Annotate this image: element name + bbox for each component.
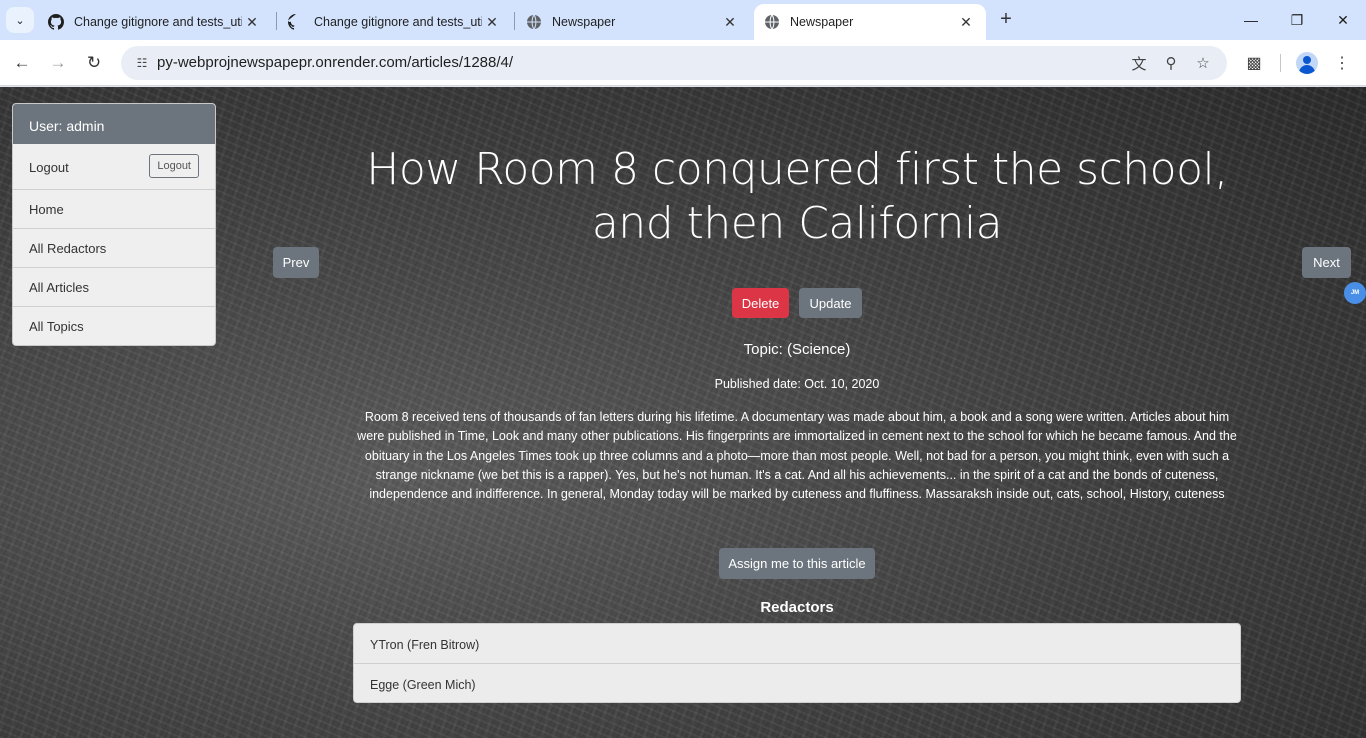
- profile-avatar-icon[interactable]: [1296, 52, 1318, 74]
- redactors-heading: Redactors: [760, 599, 834, 616]
- published-date: Published date: Oct. 10, 2020: [714, 377, 880, 391]
- restore-icon: ❐: [1290, 11, 1304, 28]
- tab-separator: [514, 12, 515, 30]
- close-icon[interactable]: ✕: [482, 14, 502, 31]
- sidebar-item-home[interactable]: Home: [13, 189, 215, 228]
- restore-button[interactable]: ❐: [1274, 0, 1320, 40]
- tab-2[interactable]: Change gitignore and tests_util ✕: [278, 4, 512, 40]
- delete-button[interactable]: Delete: [732, 288, 789, 318]
- article-content: Room 8 received tens of thousands of fan…: [357, 410, 1237, 502]
- assign-button[interactable]: Assign me to this article: [719, 548, 875, 579]
- tab-title: Change gitignore and tests_util: [314, 15, 482, 29]
- article-topic: Topic: (Science): [743, 341, 851, 358]
- close-window-button[interactable]: ✕: [1320, 0, 1366, 40]
- github-icon: [288, 14, 296, 30]
- url-text[interactable]: py-webprojnewspapepr.onrender.com/articl…: [157, 54, 513, 71]
- sidebar-item-redactors[interactable]: All Redactors: [13, 228, 215, 267]
- site-info-icon[interactable]: ☷: [133, 54, 151, 72]
- logout-button[interactable]: Logout: [149, 154, 199, 178]
- extension-badge-icon[interactable]: JM: [1344, 282, 1366, 304]
- tab-title: Change gitignore and tests_util: [74, 15, 242, 29]
- chevron-down-icon: ⌄: [15, 14, 25, 27]
- sidebar-item-topics[interactable]: All Topics: [13, 306, 215, 345]
- tab-title: Newspaper: [790, 15, 854, 29]
- next-button[interactable]: Next: [1302, 247, 1351, 278]
- tab-4-active[interactable]: Newspaper ✕: [754, 4, 986, 40]
- tab-title: Newspaper: [552, 15, 616, 29]
- browser-toolbar: ← → ↻ ☷ py-webprojnewspapepr.onrender.co…: [0, 40, 1366, 86]
- extensions-icon[interactable]: ▩: [1242, 51, 1266, 75]
- sidebar-item-logout: Logout Logout: [13, 144, 215, 189]
- redactor-list: YTron (Fren Bitrow) Egge (Green Mich): [353, 623, 1241, 703]
- article-title: How Room 8 conquered first the school, a…: [366, 144, 1228, 249]
- close-icon[interactable]: ✕: [720, 14, 740, 31]
- prev-button[interactable]: Prev: [273, 247, 319, 278]
- reload-button[interactable]: ↻: [80, 49, 108, 77]
- minimize-button[interactable]: —: [1228, 0, 1274, 40]
- sidebar-user: User: admin: [13, 104, 215, 144]
- close-icon[interactable]: ✕: [956, 14, 976, 31]
- list-item[interactable]: YTron (Fren Bitrow): [354, 624, 1240, 663]
- address-bar[interactable]: ☷ py-webprojnewspapepr.onrender.com/arti…: [121, 46, 1227, 80]
- page-content: User: admin Logout Logout Home All Redac…: [0, 87, 1366, 738]
- translate-icon[interactable]: 文: [1129, 53, 1149, 73]
- arrow-right-icon: →: [49, 53, 67, 72]
- close-icon: ✕: [1337, 11, 1349, 28]
- minimize-icon: —: [1244, 12, 1258, 28]
- new-tab-button[interactable]: +: [994, 8, 1018, 32]
- back-button[interactable]: ←: [8, 49, 36, 77]
- globe-icon: [765, 14, 779, 30]
- tab-separator: [276, 12, 277, 30]
- tab-strip: ⌄ Change gitignore and tests_util ✕ Chan…: [0, 0, 1366, 40]
- zoom-icon[interactable]: ⚲: [1161, 53, 1181, 73]
- sidebar-item-articles[interactable]: All Articles: [13, 267, 215, 306]
- tab-3[interactable]: Newspaper ✕: [516, 4, 750, 40]
- tab-search-button[interactable]: ⌄: [6, 7, 34, 33]
- list-item[interactable]: Egge (Green Mich): [354, 663, 1240, 702]
- menu-kebab-icon[interactable]: ⋮: [1330, 51, 1354, 75]
- sidebar: User: admin Logout Logout Home All Redac…: [12, 103, 216, 346]
- close-icon[interactable]: ✕: [242, 14, 262, 31]
- toolbar-divider: [1280, 54, 1281, 72]
- reload-icon: ↻: [86, 53, 102, 72]
- plus-icon: +: [1000, 8, 1012, 30]
- arrow-left-icon: ←: [13, 53, 31, 72]
- update-button[interactable]: Update: [799, 288, 862, 318]
- tab-1[interactable]: Change gitignore and tests_util ✕: [38, 4, 272, 40]
- globe-icon: [527, 14, 541, 30]
- sidebar-item-label: Logout: [29, 160, 69, 175]
- github-icon: [48, 14, 64, 30]
- bookmark-star-icon[interactable]: ☆: [1193, 53, 1213, 73]
- forward-button[interactable]: →: [44, 49, 72, 77]
